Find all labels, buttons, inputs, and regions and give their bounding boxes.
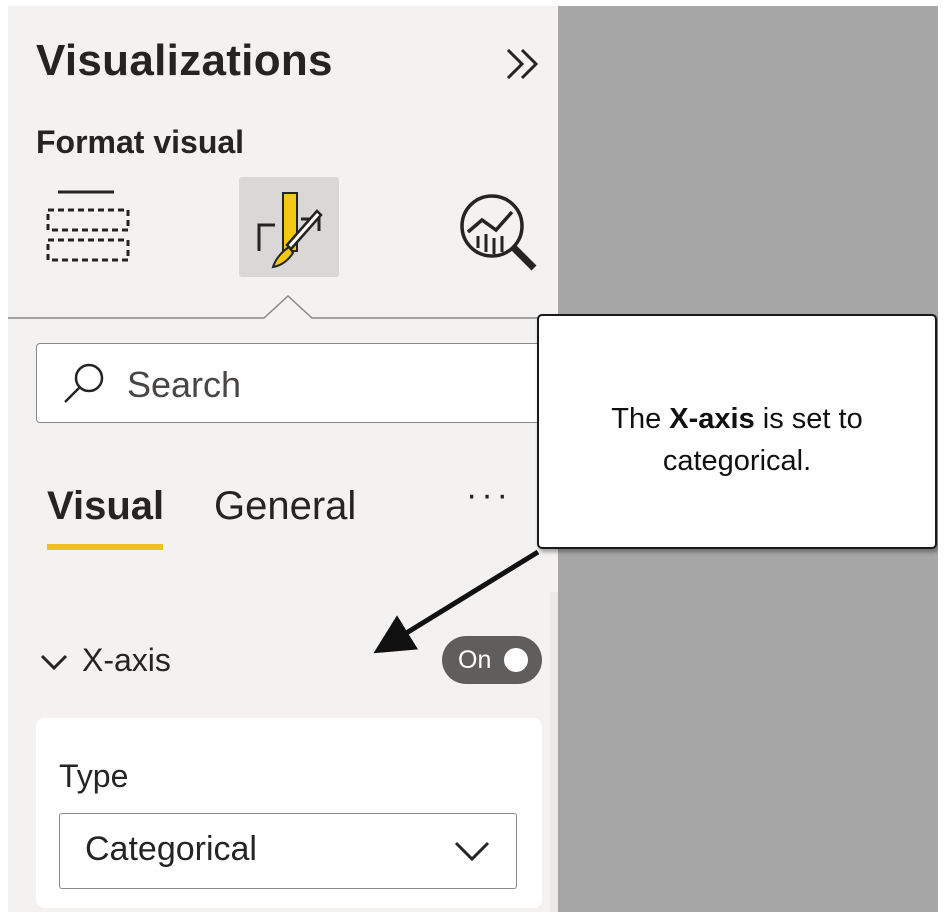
format-visual-icon [257, 192, 323, 269]
visualizations-pane: Visualizations Format visual Search Visu… [8, 6, 576, 912]
build-visual-icon[interactable] [38, 182, 132, 276]
tab-general[interactable]: General [214, 484, 356, 529]
x-axis-options-card: Type Categorical [36, 718, 542, 908]
chevron-down-icon [40, 654, 68, 671]
pane-title: Visualizations [36, 36, 333, 85]
type-dropdown[interactable]: Categorical [59, 813, 517, 889]
active-tab-indicator [47, 544, 163, 550]
search-input[interactable]: Search [36, 343, 576, 423]
callout-text-before: The [611, 403, 670, 435]
toggle-knob [504, 648, 528, 672]
format-visual-button[interactable] [239, 177, 339, 277]
search-placeholder: Search [127, 364, 242, 405]
callout-text-bold: X-axis [669, 403, 755, 435]
annotation-callout: The X-axis is set to categorical. [537, 314, 937, 549]
callout-text: The X-axis is set to categorical. [559, 398, 915, 482]
analytics-icon[interactable] [452, 186, 546, 280]
pane-subtitle: Format visual [36, 124, 245, 160]
search-icon [64, 363, 104, 403]
screenshot-frame: Visualizations Format visual Search Visu… [8, 6, 938, 912]
tab-pointer-divider [8, 294, 558, 319]
type-dropdown-value: Categorical [85, 830, 257, 868]
tab-visual[interactable]: Visual [47, 484, 164, 529]
toggle-label: On [458, 646, 492, 674]
x-axis-toggle[interactable]: On [442, 636, 542, 684]
type-label: Type [59, 758, 129, 794]
more-options-icon[interactable]: ··· [466, 476, 512, 515]
x-axis-section-header[interactable]: X-axis [36, 638, 506, 688]
x-axis-section-label: X-axis [82, 642, 171, 678]
chevron-down-icon [454, 841, 490, 862]
scrollbar[interactable] [550, 592, 558, 912]
double-chevron-right-icon[interactable] [502, 42, 546, 86]
